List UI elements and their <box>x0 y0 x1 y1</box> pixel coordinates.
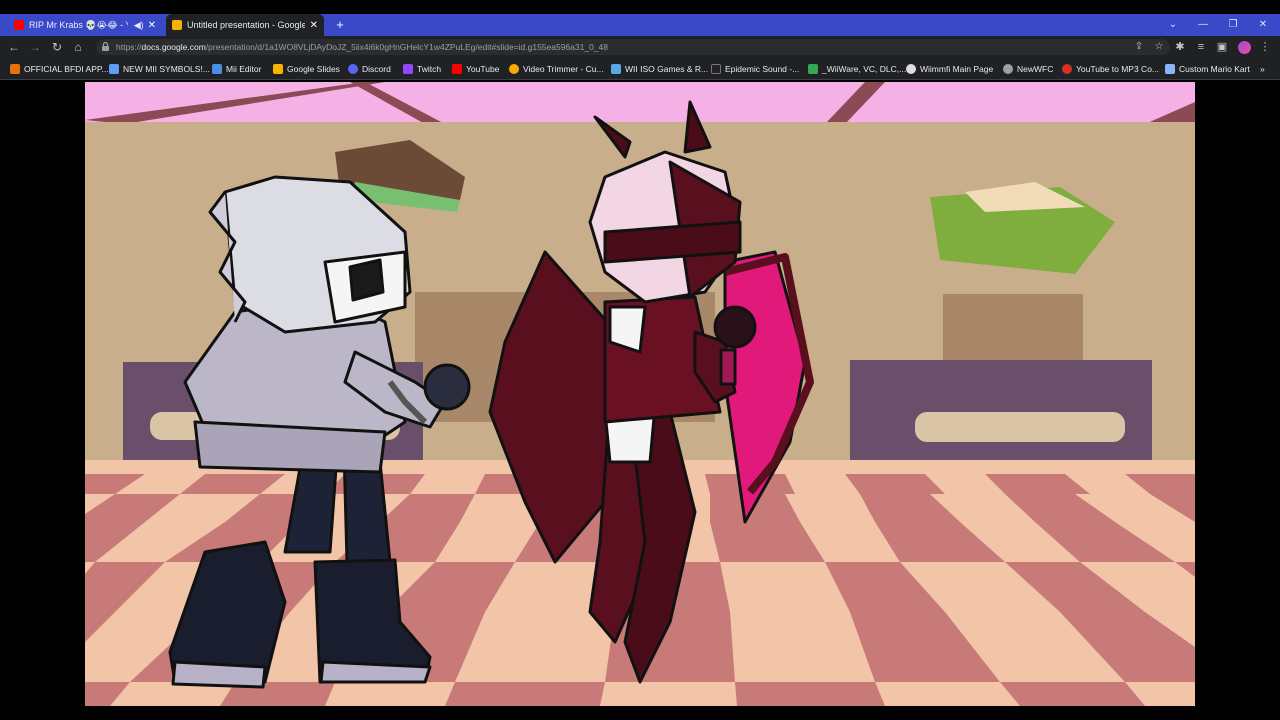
restore-icon[interactable]: ❐ <box>1218 14 1248 36</box>
youtube-icon <box>452 64 462 74</box>
drive-icon <box>808 64 818 74</box>
bookmark-wii-iso[interactable]: WII ISO Games & R... <box>611 58 708 80</box>
extensions-puzzle-icon[interactable]: ✱ <box>1171 38 1189 56</box>
bookmark-favicon-icon <box>509 64 519 74</box>
speaker-icon[interactable]: ◀) <box>134 20 144 31</box>
youtube-favicon-icon <box>14 20 24 30</box>
game-scene-illustration <box>85 82 1195 706</box>
bookmark-youtube[interactable]: YouTube <box>452 58 499 80</box>
bookmark-epidemic-sound[interactable]: Epidemic Sound -... <box>711 58 799 80</box>
home-icon[interactable]: ⌂ <box>69 38 87 56</box>
bookmark-favicon-icon <box>109 64 119 74</box>
share-icon[interactable]: ⇪ <box>1132 40 1146 54</box>
top-black-band <box>0 0 1280 14</box>
bookmark-video-trimmer[interactable]: Video Trimmer - Cu... <box>509 58 604 80</box>
address-bar[interactable]: https://docs.google.com/presentation/d/1… <box>96 39 1170 55</box>
bookmark-favicon-icon <box>611 64 621 74</box>
slide-image <box>85 82 1195 706</box>
tab-youtube[interactable]: RIP Mr Krabs 💀😭😂 - YouTu ◀) ✕ <box>8 14 162 36</box>
tab-search-chevron-icon[interactable]: ⌄ <box>1158 14 1188 36</box>
twitch-icon <box>403 64 413 74</box>
bookmark-favicon-icon <box>212 64 222 74</box>
tab-title: Untitled presentation - Google Sl <box>187 20 305 30</box>
bookmark-yt-mp3[interactable]: YouTube to MP3 Co... <box>1062 58 1159 80</box>
bookmark-twitch[interactable]: Twitch <box>403 58 441 80</box>
side-panel-icon[interactable]: ▣ <box>1213 38 1231 56</box>
slides-favicon-icon <box>172 20 182 30</box>
bookmark-favicon-icon <box>273 64 283 74</box>
bookmark-wiimmfi[interactable]: Wiimmfi Main Page <box>906 58 993 80</box>
toolbar: ← → ↻ ⌂ https://docs.google.com/presenta… <box>0 36 1280 58</box>
bookmark-wiiware[interactable]: _WiiWare, VC, DLC,... <box>808 58 906 80</box>
more-bookmarks-chevron-icon[interactable]: » <box>1260 58 1265 80</box>
discord-icon <box>348 64 358 74</box>
bookmark-mii-symbols[interactable]: NEW MII SYMBOLS!... <box>109 58 210 80</box>
bookmark-favicon-icon <box>10 64 20 74</box>
reload-icon[interactable]: ↻ <box>48 38 66 56</box>
close-window-icon[interactable]: ✕ <box>1248 14 1278 36</box>
bookmark-star-icon[interactable]: ☆ <box>1152 40 1166 54</box>
bookmark-newwfc[interactable]: NewWFC <box>1003 58 1053 80</box>
bookmark-custom-mario-kart[interactable]: Custom Mario Kart <box>1165 58 1250 80</box>
bookmark-favicon-icon <box>906 64 916 74</box>
lock-icon <box>102 42 109 51</box>
minimize-icon[interactable]: — <box>1188 14 1218 36</box>
url-text: https://docs.google.com/presentation/d/1… <box>116 42 608 52</box>
close-tab-icon[interactable]: ✕ <box>144 20 156 31</box>
bookmark-mii-editor[interactable]: Mii Editor <box>212 58 261 80</box>
forward-arrow-icon[interactable]: → <box>26 38 44 56</box>
bookmark-favicon-icon <box>711 64 721 74</box>
tab-title: RIP Mr Krabs 💀😭😂 - YouTu <box>29 19 128 30</box>
new-tab-button[interactable]: + <box>332 14 348 36</box>
profile-avatar-icon[interactable] <box>1235 38 1253 56</box>
menu-kebab-icon[interactable]: ⋮ <box>1256 38 1274 56</box>
tab-strip: RIP Mr Krabs 💀😭😂 - YouTu ◀) ✕ Untitled p… <box>0 14 1280 36</box>
bookmarks-bar: OFFICIAL BFDI APP... NEW MII SYMBOLS!...… <box>0 58 1280 80</box>
bookmark-discord[interactable]: Discord <box>348 58 391 80</box>
globe-icon <box>1003 64 1013 74</box>
back-arrow-icon[interactable]: ← <box>5 38 23 56</box>
bookmark-bfdi[interactable]: OFFICIAL BFDI APP... <box>10 58 109 80</box>
bookmark-google-slides[interactable]: Google Slides <box>273 58 340 80</box>
bookmark-favicon-icon <box>1062 64 1072 74</box>
media-control-icon[interactable]: ≡ <box>1192 38 1210 56</box>
bookmark-favicon-icon <box>1165 64 1175 74</box>
tab-google-slides[interactable]: Untitled presentation - Google Sl ✕ <box>166 14 324 36</box>
close-tab-icon[interactable]: ✕ <box>306 20 318 31</box>
